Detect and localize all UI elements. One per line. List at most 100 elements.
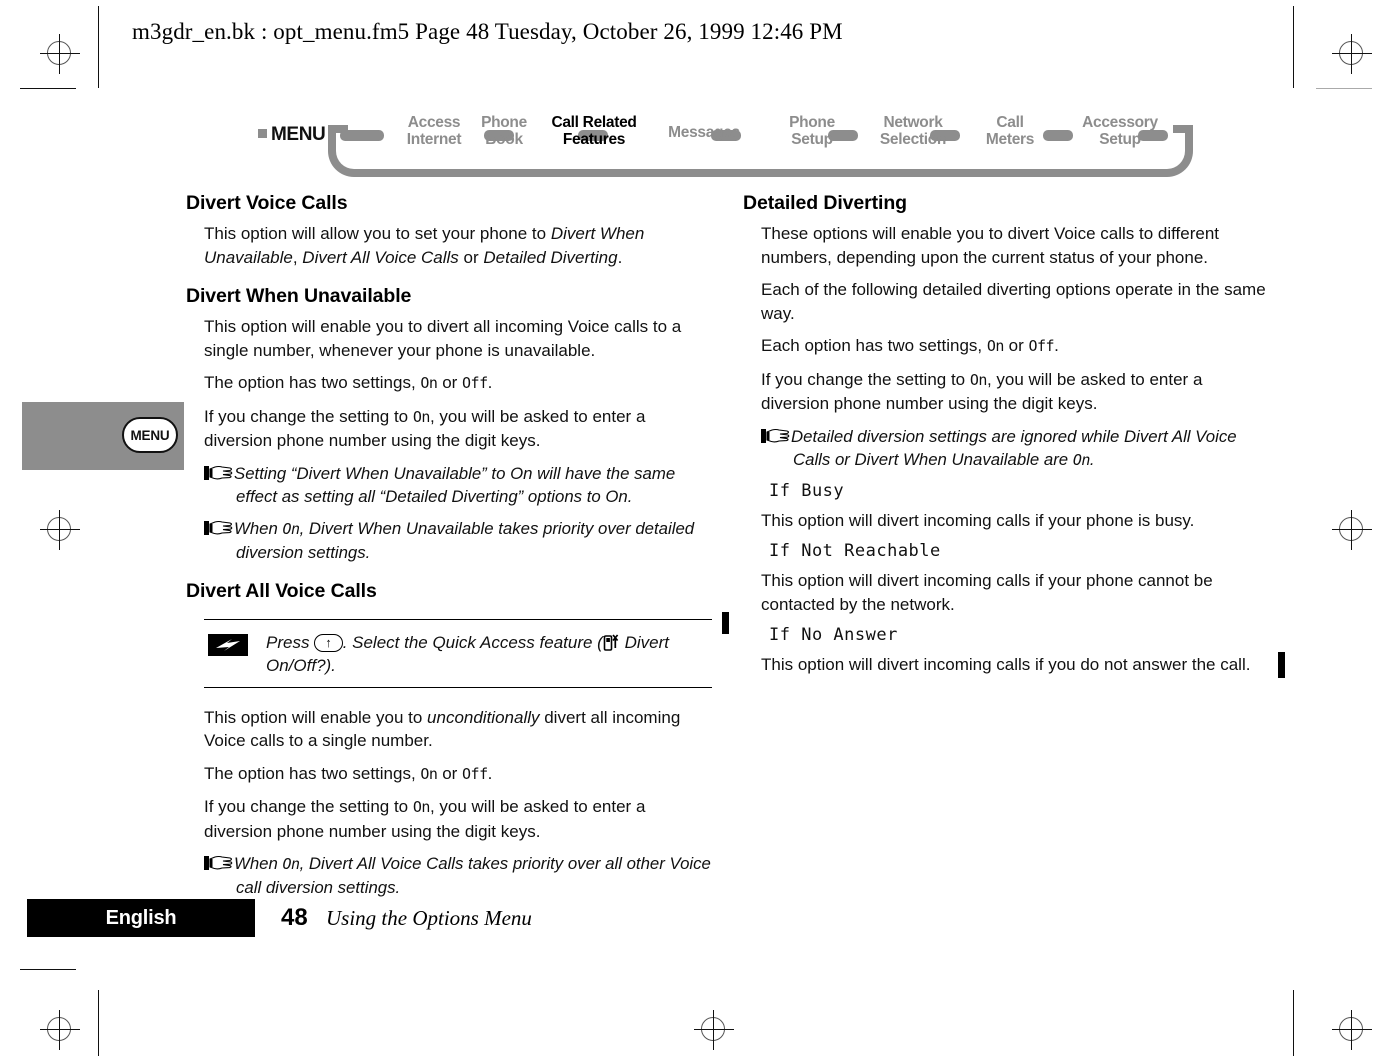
nav-item-network-selection[interactable]: Network Selection xyxy=(858,114,968,148)
lcd-heading-if-busy: If Busy xyxy=(769,480,845,501)
note-dd-ignored: Detailed diversion settings are ignored … xyxy=(743,425,1273,472)
heading-detailed-diverting: Detailed Diverting xyxy=(743,192,907,214)
lcd-term-on: On xyxy=(420,374,438,392)
nav-item-messages[interactable]: Messages xyxy=(651,124,757,141)
pointing-hand-icon xyxy=(761,428,791,444)
quick-access-flash-icon xyxy=(208,633,248,656)
nav-item-line1: Accessory xyxy=(1082,114,1158,131)
paragraph-davc-settings: The option has two settings, On or Off. xyxy=(186,762,716,787)
crop-line-bottom-right-vertical xyxy=(1293,990,1294,1056)
nav-item-line1: Network xyxy=(883,114,943,131)
text-run: . xyxy=(1054,336,1059,355)
text-run: If you change the setting to xyxy=(204,797,413,816)
nav-item-line2: Selection xyxy=(879,131,947,148)
nav-item-call-meters[interactable]: Call Meters xyxy=(970,114,1050,148)
text-run: , xyxy=(292,247,303,267)
note-text: , Divert All Voice Calls takes priority … xyxy=(236,854,711,897)
lcd-term-on: On xyxy=(412,798,431,816)
side-menu-tab-button[interactable]: MENU xyxy=(122,417,178,453)
nav-item-line1: Phone xyxy=(789,114,835,131)
text-run: or xyxy=(458,247,484,267)
nav-menu-text: MENU xyxy=(271,124,326,145)
text-run: Each option has two settings, xyxy=(761,336,987,355)
text-run: or xyxy=(1003,336,1029,355)
registration-mark-bottom-right xyxy=(1330,1008,1374,1052)
text-run: or xyxy=(437,373,463,392)
pointing-hand-icon xyxy=(204,855,234,871)
note-text: Detailed diversion settings are ignored … xyxy=(791,426,1237,469)
nav-bullet-icon xyxy=(258,129,267,138)
crop-line-top-right-vertical xyxy=(1293,6,1294,88)
crop-line-bottom-left-horizontal xyxy=(20,969,76,970)
footer-page-number: 48 xyxy=(281,904,308,931)
nav-item-phone-setup[interactable]: Phone Setup xyxy=(768,114,856,148)
lcd-term-on: On xyxy=(969,370,988,389)
paragraph-dd-settings: Each option has two settings, On or Off. xyxy=(743,334,1273,359)
emphasis-unconditionally: unconditionally xyxy=(427,707,540,727)
note-text: Setting “Divert When Unavailable” to On … xyxy=(234,463,676,506)
pointing-hand-icon xyxy=(204,520,234,536)
heading-divert-voice-calls: Divert Voice Calls xyxy=(186,192,348,214)
nav-connector-0 xyxy=(340,130,384,141)
nav-menu-label: MENU xyxy=(258,124,326,146)
heading-divert-when-unavailable: Divert When Unavailable xyxy=(186,285,412,307)
lcd-term-off: Off xyxy=(1028,337,1055,355)
paragraph-davc-change-setting: If you change the setting to On, you wil… xyxy=(186,795,716,843)
lcd-term-on: On xyxy=(412,407,431,426)
paragraph-davc-description: This option will enable you to unconditi… xyxy=(186,706,716,753)
change-bar-right-column xyxy=(1278,652,1285,678)
note-dwu-priority: When On, Divert When Unavailable takes p… xyxy=(186,517,716,564)
paragraph-divert-intro: This option will allow you to set your p… xyxy=(186,222,716,269)
lcd-heading-if-no-answer: If No Answer xyxy=(769,625,898,645)
paragraph-if-busy: This option will divert incoming calls i… xyxy=(761,510,1195,530)
footer-section-title: Using the Options Menu xyxy=(326,906,532,930)
running-header: m3gdr_en.bk : opt_menu.fm5 Page 48 Tuesd… xyxy=(132,19,843,44)
note-text: , Divert When Unavailable takes priority… xyxy=(236,518,695,562)
pointing-hand-icon xyxy=(204,465,234,481)
nav-item-line1: Messages xyxy=(668,124,740,141)
side-menu-tab: MENU xyxy=(22,402,184,470)
nav-item-line1: Call Related xyxy=(551,114,637,131)
menu-navigation-ribbon: MENU Access Internet Phone Book Call Rel… xyxy=(258,108,1203,178)
lcd-heading-if-not-reachable: If Not Reachable xyxy=(769,541,941,561)
lcd-term-on: On xyxy=(282,519,301,538)
paragraph-if-no-answer: This option will divert incoming calls i… xyxy=(761,655,1251,674)
handset-icon xyxy=(603,633,620,651)
text-run: This option will enable you to xyxy=(204,707,428,727)
crop-line-top-left-horizontal xyxy=(20,88,76,89)
registration-mark-left-middle xyxy=(38,508,82,552)
paragraph-dd-description: These options will enable you to divert … xyxy=(761,224,1220,267)
registration-mark-top-left xyxy=(38,32,82,76)
paragraph-dd-change-setting: If you change the setting to On, you wil… xyxy=(743,368,1273,416)
emphasis-divert-all-voice-calls: Divert All Voice Calls xyxy=(302,247,459,267)
lcd-term-off: Off xyxy=(462,764,488,783)
text-run: . xyxy=(617,247,623,267)
lcd-term-on: On xyxy=(282,855,301,873)
note-dwu-equivalence: Setting “Divert When Unavailable” to On … xyxy=(186,462,716,508)
note-text: When xyxy=(234,518,283,538)
registration-mark-top-right xyxy=(1330,32,1374,76)
nav-item-line2: Meters xyxy=(985,131,1035,148)
text-run: . xyxy=(487,373,493,392)
text-run: The option has two settings, xyxy=(204,373,421,392)
crop-line-top-left-vertical xyxy=(98,6,99,88)
paragraph-dwu-settings: The option has two settings, On or Off. xyxy=(186,371,716,396)
crop-line-bottom-left-vertical xyxy=(98,990,99,1056)
right-text-column: Detailed Diverting These options will en… xyxy=(743,192,1273,686)
nav-item-line2: Setup xyxy=(791,131,833,148)
footer-language-tab: English xyxy=(27,899,255,937)
heading-divert-all-voice-calls: Divert All Voice Calls xyxy=(186,579,377,602)
text-run: . Select the Quick Access feature ( xyxy=(342,632,603,652)
nav-item-line1: Call xyxy=(996,114,1024,131)
registration-mark-right-middle xyxy=(1330,508,1374,552)
nav-item-accessory-setup[interactable]: Accessory Setup xyxy=(1063,114,1177,148)
nav-item-call-related-features[interactable]: Call Related Features xyxy=(530,114,658,148)
lcd-term-off: Off xyxy=(462,374,488,392)
paragraph-dwu-description: This option will enable you to divert al… xyxy=(204,317,682,360)
text-run: or xyxy=(437,763,463,783)
lcd-term-on: On xyxy=(420,764,438,783)
note-text: . xyxy=(1089,449,1095,469)
lcd-term-on: On xyxy=(986,337,1005,355)
registration-mark-bottom-center xyxy=(692,1008,736,1052)
paragraph-dd-same-way: Each of the following detailed diverting… xyxy=(761,280,1266,323)
